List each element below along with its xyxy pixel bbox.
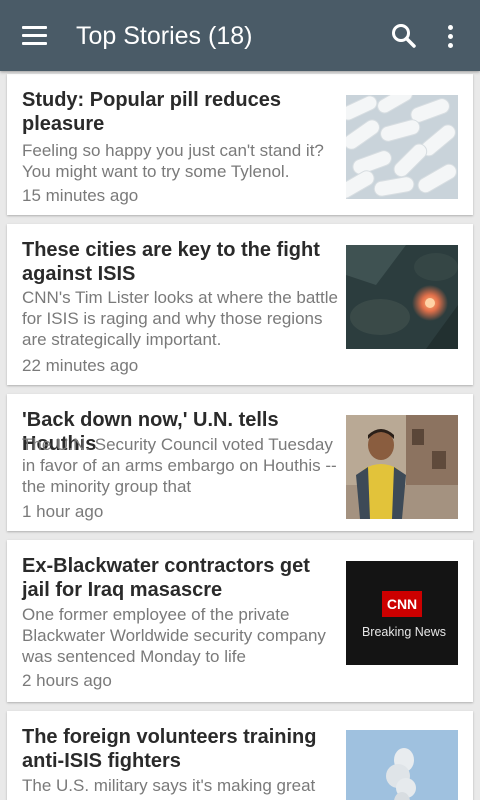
story-description: The U.S. military says it's making great: [22, 776, 316, 795]
search-icon[interactable]: [386, 18, 422, 54]
story-description: The U.N. Security Council voted Tuesday …: [22, 435, 337, 496]
story-card[interactable]: 'Back down now,' U.N. tells Houthis The …: [7, 394, 473, 531]
story-time: 22 minutes ago: [22, 356, 139, 375]
boy-ruins-thumbnail: [346, 415, 458, 519]
page-title: Top Stories (18): [76, 22, 253, 50]
smoke-plume-thumbnail: [346, 730, 458, 800]
breaking-news-text: Breaking News: [362, 625, 446, 639]
story-card[interactable]: The foreign volunteers training anti-ISI…: [7, 711, 473, 800]
story-description: One former employee of the private Black…: [22, 605, 326, 666]
app-bar: Top Stories (18): [0, 0, 480, 71]
story-card[interactable]: Study: Popular pill reduces pleasure Fee…: [7, 74, 473, 215]
story-headline: Ex-Blackwater contractors get jail for I…: [22, 555, 310, 601]
cnn-logo-text: CNN: [387, 596, 417, 612]
story-time: 2 hours ago: [22, 671, 112, 690]
explosion-aerial-thumbnail: [346, 245, 458, 349]
cnn-breaking-news-thumbnail: CNN Breaking News: [346, 561, 458, 665]
story-headline: These cities are key to the fight agains…: [22, 239, 320, 285]
story-headline: Study: Popular pill reduces pleasure: [22, 89, 281, 135]
pills-thumbnail: [346, 95, 458, 199]
hamburger-menu-icon[interactable]: [18, 20, 52, 52]
story-time: 1 hour ago: [22, 502, 104, 521]
story-time: 15 minutes ago: [22, 186, 139, 205]
story-card[interactable]: These cities are key to the fight agains…: [7, 224, 473, 385]
story-headline: The foreign volunteers training anti-ISI…: [22, 726, 317, 772]
story-list: Study: Popular pill reduces pleasure Fee…: [0, 71, 480, 800]
story-card[interactable]: Ex-Blackwater contractors get jail for I…: [7, 540, 473, 702]
overflow-menu-icon[interactable]: [432, 18, 468, 54]
story-description: CNN's Tim Lister looks at where the batt…: [22, 288, 338, 349]
story-description: Feeling so happy you just can't stand it…: [22, 141, 324, 181]
